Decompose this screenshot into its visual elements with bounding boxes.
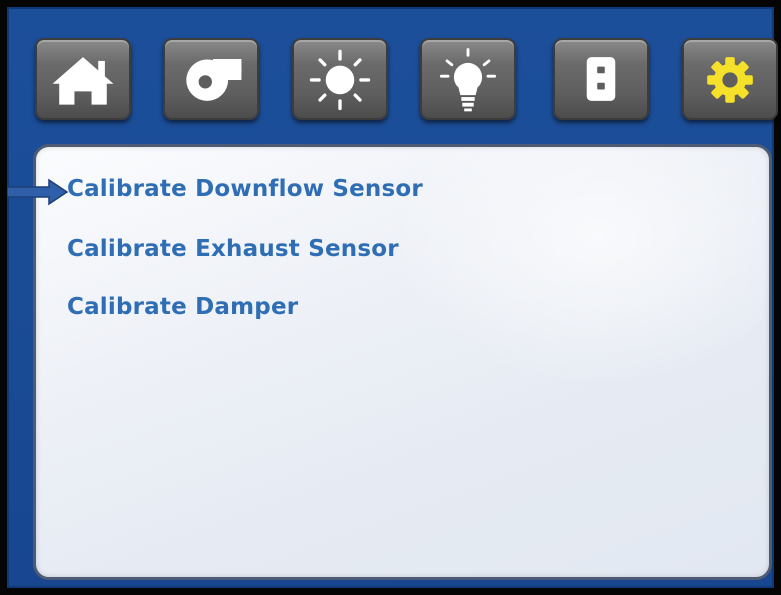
menu-item-calibrate-damper[interactable]: Calibrate Damper xyxy=(67,294,298,320)
blower-fan-icon xyxy=(186,59,242,101)
menu-item-calibrate-exhaust-sensor[interactable]: Calibrate Exhaust Sensor xyxy=(67,236,399,262)
screen-background: Calibrate Downflow Sensor Calibrate Exha… xyxy=(7,7,778,588)
lamp-button[interactable] xyxy=(420,38,516,120)
outlet-button[interactable] xyxy=(553,38,649,120)
device-screen: Calibrate Downflow Sensor Calibrate Exha… xyxy=(0,0,781,595)
selection-arrow-icon xyxy=(7,178,69,206)
home-icon xyxy=(52,57,114,105)
sun-icon xyxy=(309,49,371,111)
fan-button[interactable] xyxy=(163,38,259,120)
power-outlet-icon xyxy=(586,57,616,101)
settings-button[interactable] xyxy=(682,38,778,120)
gear-icon xyxy=(707,57,753,103)
menu-item-calibrate-downflow-sensor[interactable]: Calibrate Downflow Sensor xyxy=(67,176,423,202)
light-button[interactable] xyxy=(292,38,388,120)
home-button[interactable] xyxy=(35,38,131,120)
menu-panel: Calibrate Downflow Sensor Calibrate Exha… xyxy=(33,144,772,580)
lightbulb-icon xyxy=(439,48,497,112)
